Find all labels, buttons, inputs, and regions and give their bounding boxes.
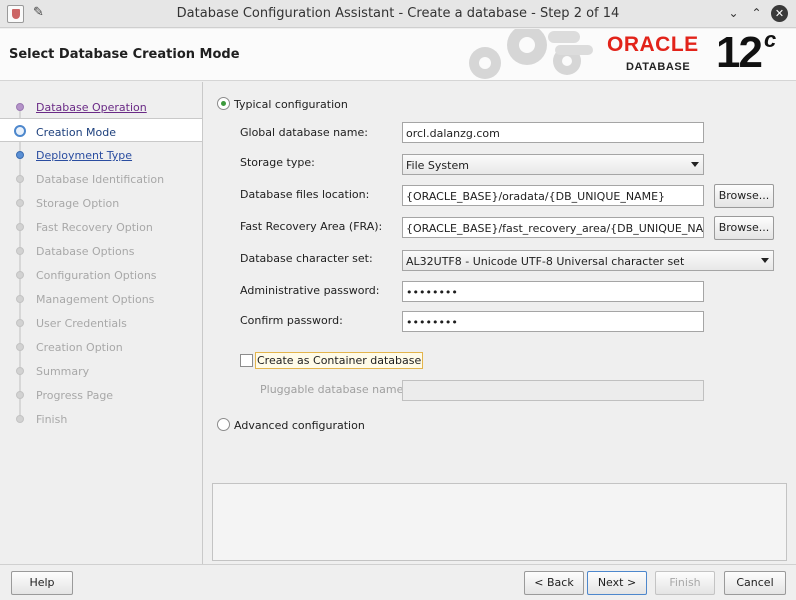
advanced-configuration-label[interactable]: Advanced configuration bbox=[234, 419, 365, 432]
confirm-password-label: Confirm password: bbox=[240, 314, 343, 327]
step-label: Creation Option bbox=[36, 341, 123, 354]
step-pending-icon bbox=[16, 199, 24, 207]
step-database-options: Database Options bbox=[0, 238, 202, 262]
browse-db-files-button[interactable]: Browse... bbox=[714, 184, 774, 208]
charset-select[interactable]: AL32UTF8 - Unicode UTF-8 Universal chara… bbox=[402, 250, 774, 271]
step-management-options: Management Options bbox=[0, 286, 202, 310]
step-pending-icon bbox=[16, 367, 24, 375]
step-database-operation[interactable]: Database Operation bbox=[0, 94, 202, 118]
dropdown-arrow-icon bbox=[691, 162, 699, 167]
step-label: Progress Page bbox=[36, 389, 114, 402]
container-db-label[interactable]: Create as Container database bbox=[255, 352, 424, 369]
admin-password-label: Administrative password: bbox=[240, 284, 380, 297]
step-storage-option: Storage Option bbox=[0, 190, 202, 214]
step-label: Storage Option bbox=[36, 197, 120, 210]
step-fast-recovery-option: Fast Recovery Option bbox=[0, 214, 202, 238]
page-header: Select Database Creation Mode ORACLE DAT… bbox=[0, 29, 796, 81]
step-summary: Summary bbox=[0, 358, 202, 382]
typical-configuration-radio[interactable] bbox=[217, 97, 230, 110]
sidebar-divider bbox=[202, 82, 203, 564]
typical-configuration-label[interactable]: Typical configuration bbox=[234, 98, 348, 111]
help-button[interactable]: Help bbox=[11, 571, 73, 595]
charset-label: Database character set: bbox=[240, 252, 373, 265]
version-number: 12 bbox=[716, 29, 763, 77]
step-pending-icon bbox=[16, 391, 24, 399]
step-finish: Finish bbox=[0, 406, 202, 430]
step-label: User Credentials bbox=[36, 317, 127, 330]
step-label: Summary bbox=[36, 365, 90, 378]
step-label: Management Options bbox=[36, 293, 155, 306]
step-label: Database Identification bbox=[36, 173, 165, 186]
step-user-credentials: User Credentials bbox=[0, 310, 202, 334]
db-files-location-label: Database files location: bbox=[240, 188, 370, 201]
step-configuration-options: Configuration Options bbox=[0, 262, 202, 286]
step-label: Creation Mode bbox=[36, 126, 117, 139]
container-db-checkbox[interactable] bbox=[240, 354, 253, 367]
step-creation-mode: Creation Mode bbox=[0, 118, 202, 142]
browse-fra-button[interactable]: Browse... bbox=[714, 216, 774, 240]
fra-label: Fast Recovery Area (FRA): bbox=[240, 220, 383, 233]
fra-input[interactable]: {ORACLE_BASE}/fast_recovery_area/{DB_UNI… bbox=[402, 217, 704, 238]
finish-button: Finish bbox=[655, 571, 715, 595]
storage-type-label: Storage type: bbox=[240, 156, 315, 169]
step-pending-icon bbox=[16, 319, 24, 327]
version-suffix: c bbox=[763, 29, 776, 53]
steps-sidebar: Database Operation Creation Mode Deploym… bbox=[0, 94, 202, 430]
db-files-location-input[interactable]: {ORACLE_BASE}/oradata/{DB_UNIQUE_NAME} bbox=[402, 185, 704, 206]
step-label: Deployment Type bbox=[36, 149, 133, 162]
step-label: Database Options bbox=[36, 245, 135, 258]
window-title: Database Configuration Assistant - Creat… bbox=[176, 6, 620, 21]
next-button[interactable]: Next > bbox=[587, 571, 647, 595]
step-progress-page: Progress Page bbox=[0, 382, 202, 406]
step-label: Configuration Options bbox=[36, 269, 157, 282]
message-area bbox=[212, 483, 787, 561]
storage-type-value: File System bbox=[406, 159, 469, 172]
step-done-icon bbox=[16, 103, 24, 111]
maximize-icon[interactable]: ⌃ bbox=[748, 5, 765, 22]
step-pending-icon bbox=[16, 271, 24, 279]
global-db-name-label: Global database name: bbox=[240, 126, 368, 139]
step-pending-icon bbox=[16, 295, 24, 303]
database-logo-text: DATABASE bbox=[626, 61, 691, 73]
step-pending-icon bbox=[16, 223, 24, 231]
footer-divider bbox=[0, 564, 796, 565]
step-pending-icon bbox=[16, 247, 24, 255]
oracle-logo: ORACLE bbox=[607, 33, 699, 56]
global-db-name-input[interactable]: orcl.dalanzg.com bbox=[402, 122, 704, 143]
gears-decoration-icon bbox=[469, 29, 593, 79]
step-database-identification: Database Identification bbox=[0, 166, 202, 190]
dropdown-arrow-icon bbox=[761, 258, 769, 263]
step-label: Finish bbox=[36, 413, 68, 426]
advanced-configuration-radio[interactable] bbox=[217, 418, 230, 431]
title-bar: ✎ Database Configuration Assistant - Cre… bbox=[0, 0, 796, 28]
confirm-password-input[interactable]: •••••••• bbox=[402, 311, 704, 332]
pdb-name-input bbox=[402, 380, 704, 401]
step-pending-icon bbox=[16, 415, 24, 423]
step-next-icon bbox=[16, 151, 24, 159]
storage-type-select[interactable]: File System bbox=[402, 154, 704, 175]
version-logo: 12 c bbox=[716, 29, 776, 78]
step-deployment-type[interactable]: Deployment Type bbox=[0, 142, 202, 166]
admin-password-input[interactable]: •••••••• bbox=[402, 281, 704, 302]
close-icon[interactable]: ✕ bbox=[771, 5, 788, 22]
step-creation-option: Creation Option bbox=[0, 334, 202, 358]
step-pending-icon bbox=[16, 175, 24, 183]
minimize-icon[interactable]: ⌄ bbox=[725, 5, 742, 22]
step-current-icon bbox=[14, 125, 26, 137]
page-title: Select Database Creation Mode bbox=[9, 47, 240, 62]
pdb-name-label: Pluggable database name: bbox=[260, 383, 408, 396]
step-label: Database Operation bbox=[36, 101, 147, 114]
step-label: Fast Recovery Option bbox=[36, 221, 153, 234]
cancel-button[interactable]: Cancel bbox=[724, 571, 786, 595]
step-pending-icon bbox=[16, 343, 24, 351]
charset-value: AL32UTF8 - Unicode UTF-8 Universal chara… bbox=[406, 255, 685, 268]
back-button[interactable]: < Back bbox=[524, 571, 584, 595]
